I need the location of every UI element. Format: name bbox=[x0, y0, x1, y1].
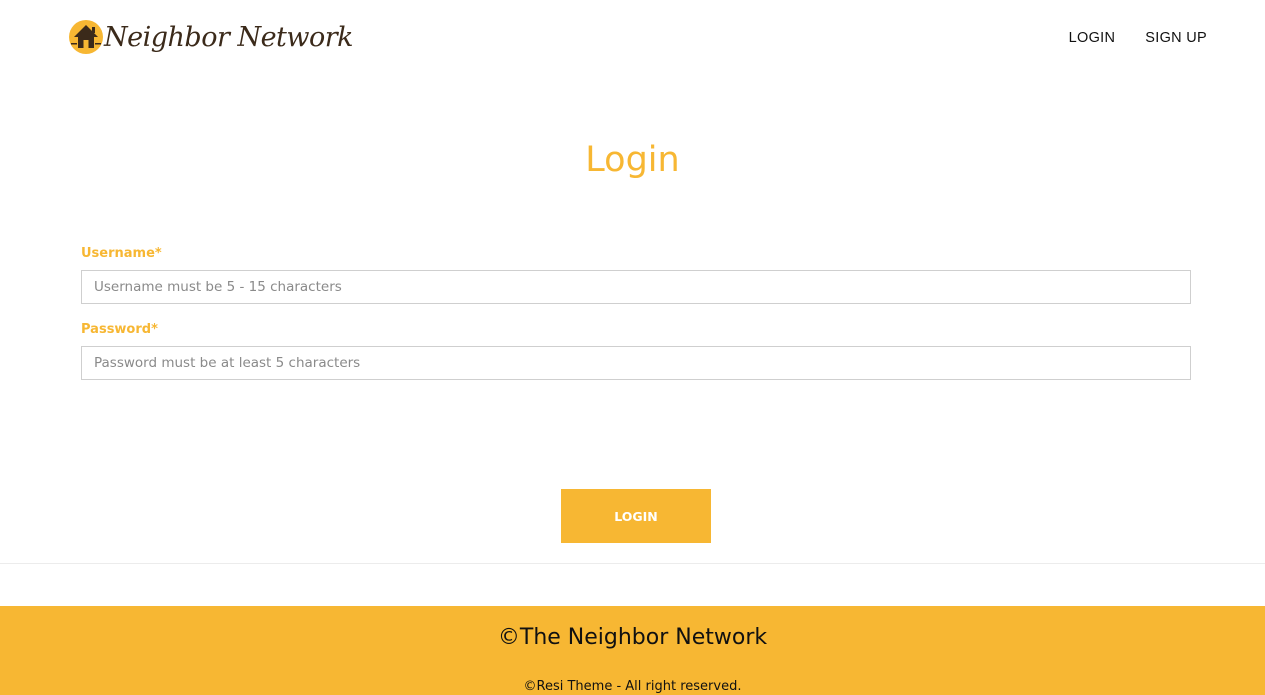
login-button[interactable]: LOGIN bbox=[561, 489, 711, 543]
password-label: Password* bbox=[81, 322, 158, 337]
house-icon bbox=[68, 19, 104, 55]
username-input[interactable] bbox=[81, 270, 1191, 304]
page-title: Login bbox=[585, 140, 680, 180]
top-nav: LOGIN SIGN UP bbox=[1069, 30, 1207, 46]
site-header: Neighbor Network LOGIN SIGN UP bbox=[0, 0, 1265, 78]
nav-signup-link[interactable]: SIGN UP bbox=[1145, 30, 1207, 46]
password-input[interactable] bbox=[81, 346, 1191, 380]
nav-login-link[interactable]: LOGIN bbox=[1069, 30, 1116, 46]
divider bbox=[0, 563, 1265, 564]
username-label: Username* bbox=[81, 246, 162, 261]
site-footer: ©The Neighbor Network ©Resi Theme - All … bbox=[0, 606, 1265, 695]
footer-title: ©The Neighbor Network bbox=[497, 625, 768, 650]
brand-logo[interactable]: Neighbor Network bbox=[68, 17, 354, 57]
brand-name: Neighbor Network bbox=[104, 21, 354, 53]
footer-copyright: ©Resi Theme - All right reserved. bbox=[523, 679, 742, 694]
